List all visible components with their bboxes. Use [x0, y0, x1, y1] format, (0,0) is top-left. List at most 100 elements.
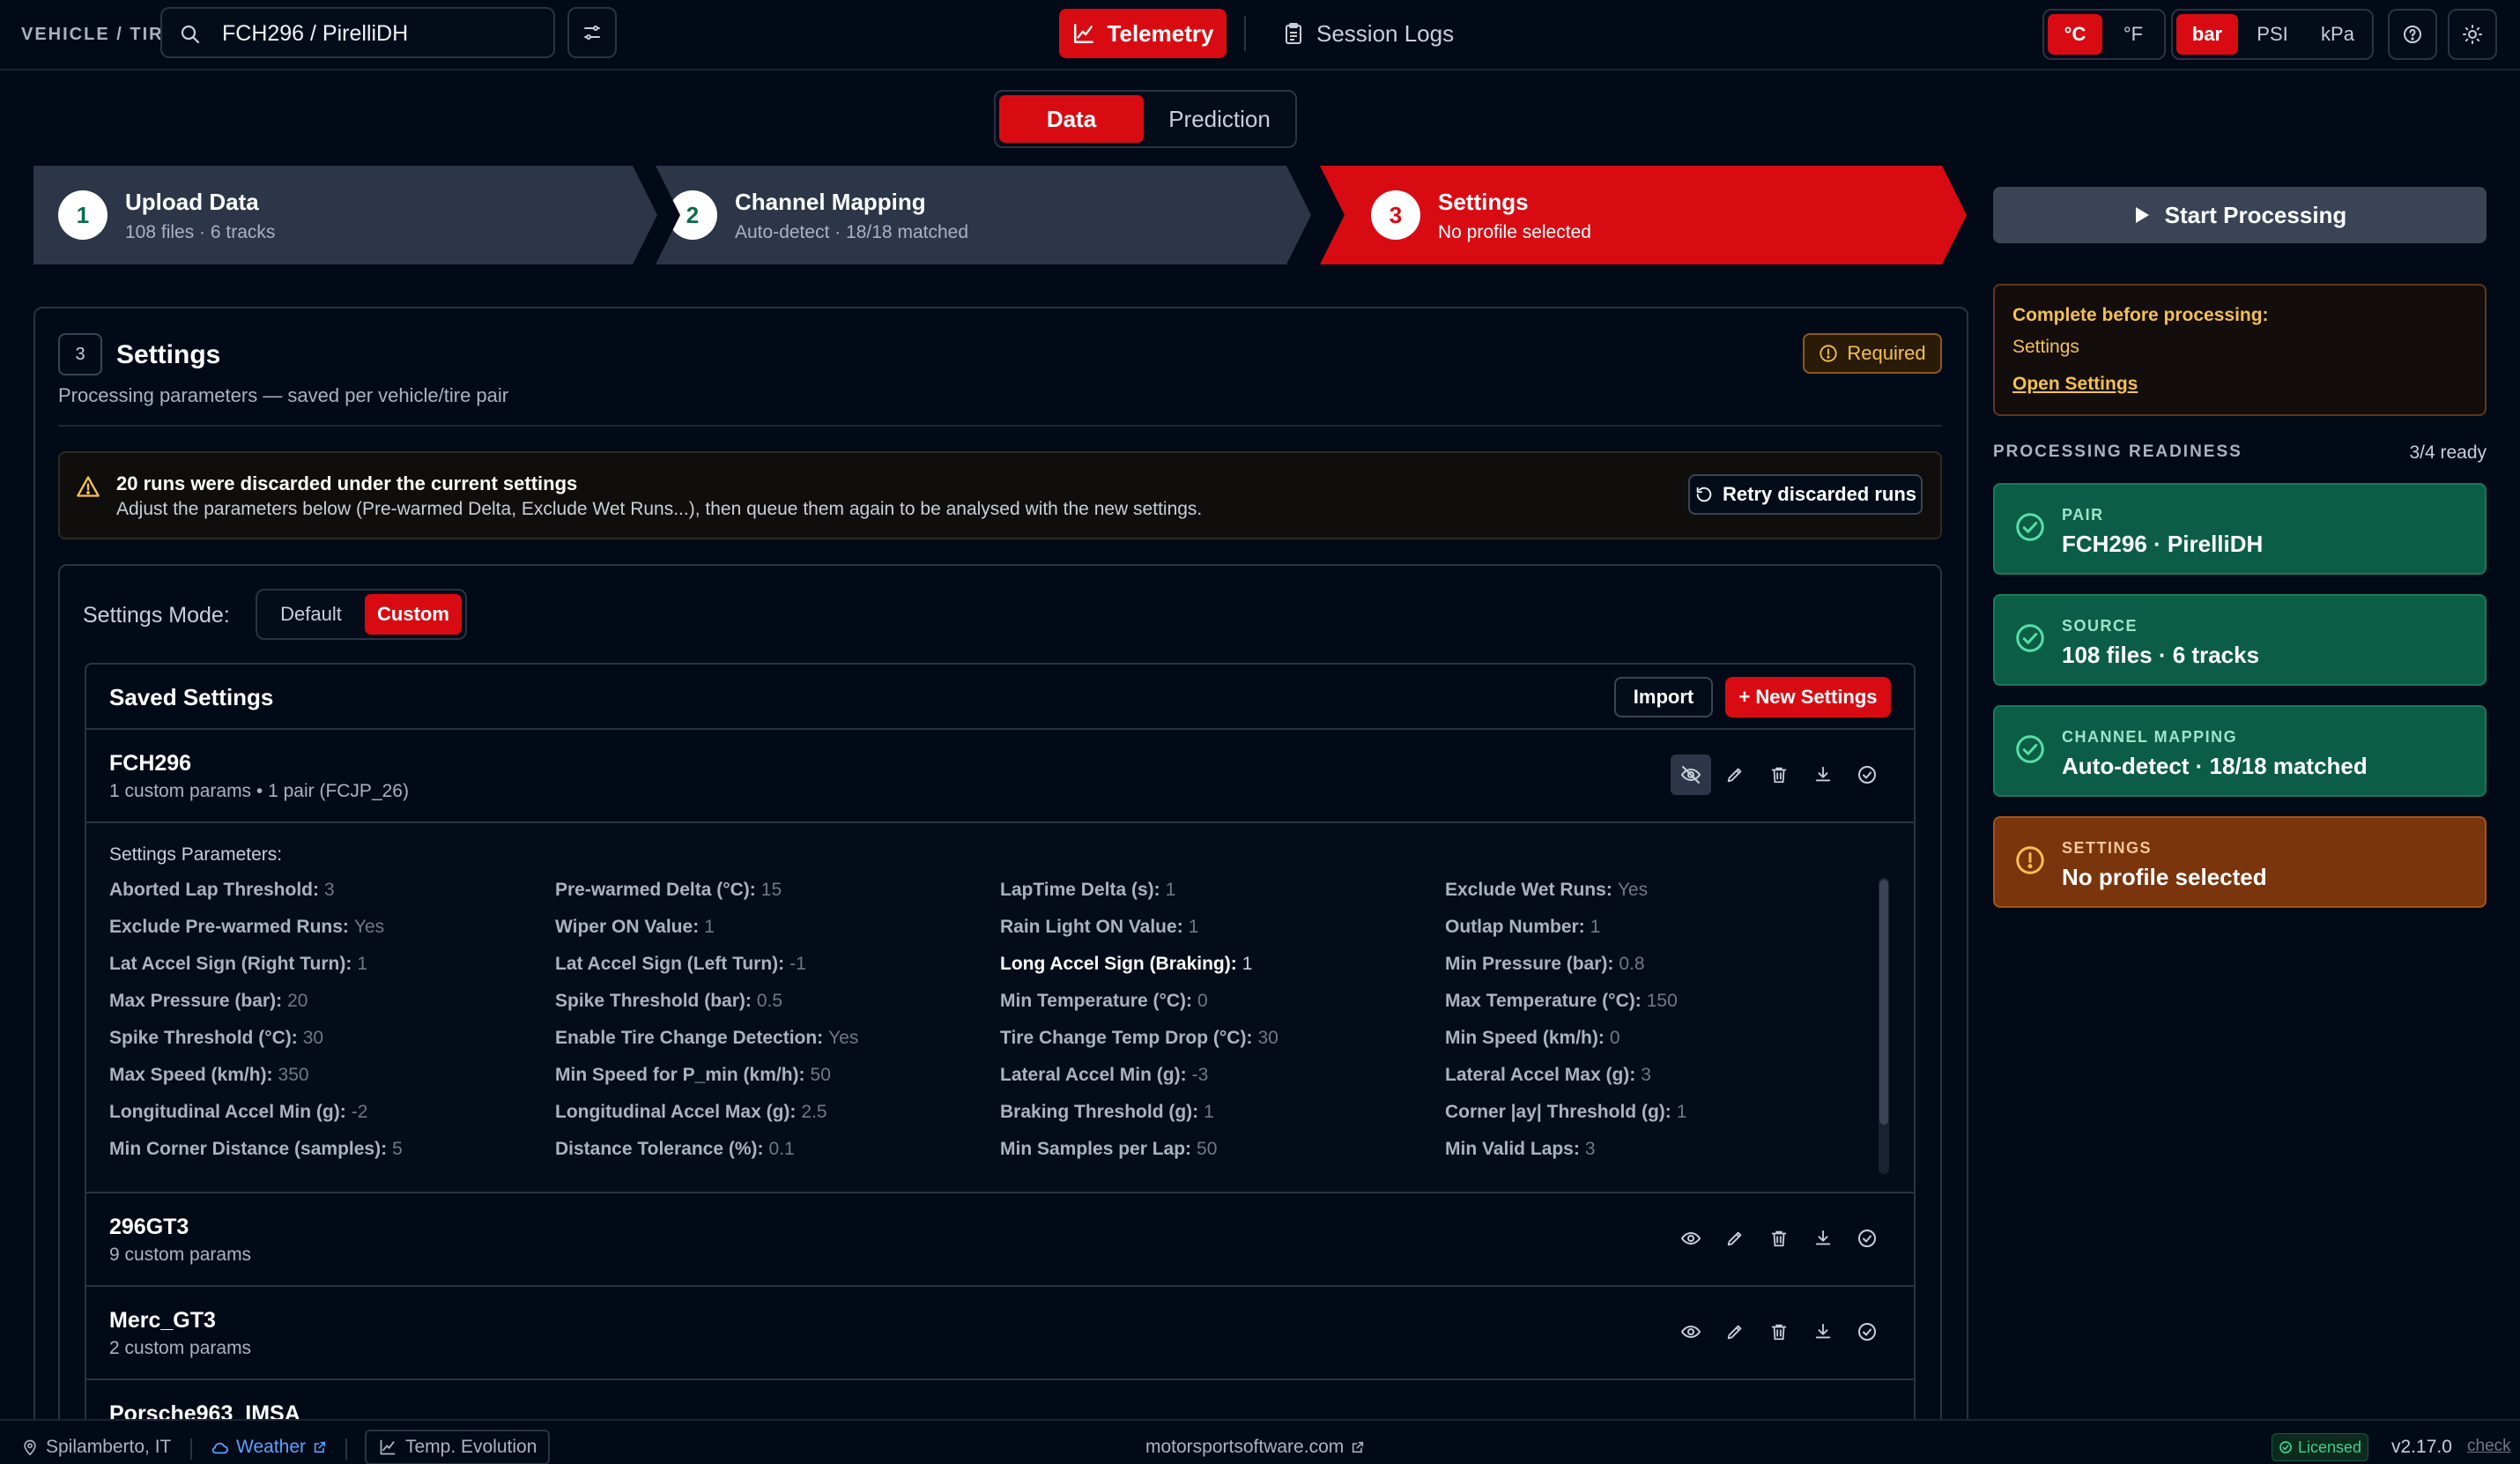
param-key: Braking Threshold (g):	[1000, 1102, 1199, 1122]
params-scrollbar-thumb[interactable]	[1879, 880, 1888, 1125]
param-value: -3	[1191, 1065, 1209, 1085]
site-link[interactable]: motorsportsoftware.com	[1145, 1437, 1365, 1458]
edit-button[interactable]	[1715, 1218, 1755, 1259]
settings-param: Corner |ay| Threshold (g): 1	[1445, 1102, 1686, 1123]
check-circle-icon	[2014, 511, 2046, 543]
map-pin-icon	[21, 1438, 39, 1457]
vehicle-tire-search[interactable]	[160, 7, 555, 58]
step-title: Channel Mapping	[735, 189, 926, 215]
open-settings-link[interactable]: Open Settings	[2012, 374, 2138, 395]
tab-data[interactable]: Data	[999, 95, 1144, 143]
settings-param: Longitudinal Accel Min (g): -2	[109, 1102, 367, 1123]
unit-kpa[interactable]: kPa	[2307, 14, 2368, 55]
temp-evolution-button[interactable]: Temp. Evolution	[365, 1430, 550, 1464]
param-key: Min Corner Distance (samples):	[109, 1139, 388, 1159]
step-channel-mapping[interactable]: 2 Channel Mapping Auto-detect · 18/18 ma…	[656, 166, 1311, 264]
profile-name[interactable]: Merc_GT3	[109, 1308, 216, 1334]
location-label: Spilamberto, IT	[46, 1437, 172, 1457]
import-button[interactable]: Import	[1614, 677, 1713, 717]
step-title: Settings	[1438, 189, 1529, 215]
readiness-card-settings[interactable]: SETTINGS No profile selected	[1993, 816, 2487, 908]
profile-name[interactable]: 296GT3	[109, 1215, 189, 1240]
download-icon	[1813, 1322, 1833, 1341]
tab-prediction[interactable]: Prediction	[1147, 95, 1292, 143]
delete-button[interactable]	[1759, 1218, 1799, 1259]
divider	[345, 1438, 347, 1460]
card-value: FCH296 · PirelliDH	[2062, 531, 2264, 557]
external-link-icon	[1351, 1440, 1365, 1454]
check-circle-icon	[2279, 1440, 2293, 1454]
settings-param: Exclude Wet Runs: Yes	[1445, 880, 1648, 901]
edit-button[interactable]	[1715, 754, 1755, 795]
param-key: Corner |ay| Threshold (g):	[1445, 1102, 1671, 1122]
search-input[interactable]	[222, 19, 539, 48]
card-label: SOURCE	[2062, 617, 2138, 635]
param-value: 0	[1197, 991, 1208, 1011]
step-settings[interactable]: 3 Settings No profile selected	[1320, 166, 1967, 264]
show-params-button[interactable]	[1671, 1312, 1711, 1352]
unit-bar[interactable]: bar	[2176, 14, 2238, 55]
param-value: 0.5	[756, 991, 783, 1011]
download-button[interactable]	[1803, 754, 1843, 795]
check-update-link[interactable]: check	[2467, 1437, 2511, 1456]
settings-param: Wiper ON Value: 1	[555, 917, 715, 938]
help-button[interactable]	[2388, 9, 2437, 60]
param-value: 50	[1197, 1139, 1218, 1159]
download-button[interactable]	[1803, 1218, 1843, 1259]
clipboard-icon	[1283, 22, 1304, 45]
play-icon	[2133, 205, 2151, 225]
unit-psi[interactable]: PSI	[2242, 14, 2303, 55]
delete-button[interactable]	[1759, 754, 1799, 795]
help-icon	[2402, 24, 2423, 45]
retry-discarded-runs-button[interactable]: Retry discarded runs	[1688, 474, 1923, 515]
site-label: motorsportsoftware.com	[1145, 1437, 1345, 1457]
mode-custom[interactable]: Custom	[365, 594, 462, 635]
param-key: Min Speed (km/h):	[1445, 1028, 1605, 1048]
param-key: Min Pressure (bar):	[1445, 954, 1614, 974]
telemetry-button[interactable]: Telemetry	[1059, 9, 1227, 58]
param-value: 2.5	[801, 1102, 827, 1122]
settings-param: Max Speed (km/h): 350	[109, 1065, 309, 1086]
profile-name[interactable]: FCH296	[109, 751, 191, 777]
hide-params-button[interactable]	[1671, 754, 1711, 795]
param-value: 50	[810, 1065, 831, 1085]
filter-button[interactable]	[567, 7, 617, 58]
settings-parameters-heading: Settings Parameters:	[109, 844, 283, 865]
param-key: Tire Change Temp Drop (°C):	[1000, 1028, 1253, 1048]
apply-button[interactable]	[1847, 754, 1887, 795]
param-value: 150	[1646, 991, 1678, 1011]
param-key: Min Samples per Lap:	[1000, 1139, 1192, 1159]
download-button[interactable]	[1803, 1312, 1843, 1352]
cloud-icon	[210, 1438, 229, 1456]
step-subtitle: No profile selected	[1438, 222, 1591, 242]
mode-default[interactable]: Default	[261, 594, 361, 635]
apply-button[interactable]	[1847, 1218, 1887, 1259]
param-value: 1	[704, 917, 715, 937]
weather-link[interactable]: Weather	[210, 1437, 327, 1458]
unit-celsius[interactable]: °C	[2048, 14, 2102, 55]
edit-button[interactable]	[1715, 1312, 1755, 1352]
profile-subtitle: 1 custom params • 1 pair (FCJP_26)	[109, 781, 409, 801]
param-key: Lat Accel Sign (Right Turn):	[109, 954, 352, 974]
divider	[190, 1438, 192, 1460]
step-subtitle: 108 files · 6 tracks	[125, 222, 276, 242]
card-label: SETTINGS	[2062, 839, 2153, 857]
external-link-icon	[313, 1440, 327, 1454]
session-logs-button[interactable]: Session Logs	[1269, 9, 1463, 58]
settings-param: Min Valid Laps: 3	[1445, 1139, 1596, 1160]
readiness-card-channel-mapping: CHANNEL MAPPING Auto-detect · 18/18 matc…	[1993, 705, 2487, 797]
new-settings-button[interactable]: + New Settings	[1725, 677, 1891, 717]
show-params-button[interactable]	[1671, 1218, 1711, 1259]
step-subtitle: Auto-detect · 18/18 matched	[735, 222, 968, 242]
profile-subtitle: 2 custom params	[109, 1338, 252, 1358]
settings-param: Min Samples per Lap: 50	[1000, 1139, 1217, 1160]
step-upload-data[interactable]: 1 Upload Data 108 files · 6 tracks	[33, 166, 657, 264]
param-key: Spike Threshold (bar):	[555, 991, 752, 1011]
delete-button[interactable]	[1759, 1312, 1799, 1352]
param-value: 1	[1188, 917, 1199, 937]
start-processing-button[interactable]: Start Processing	[1993, 187, 2487, 243]
theme-toggle-button[interactable]	[2448, 9, 2497, 60]
unit-fahrenheit[interactable]: °F	[2106, 14, 2161, 55]
alert-circle-icon	[2014, 844, 2046, 876]
apply-button[interactable]	[1847, 1312, 1887, 1352]
